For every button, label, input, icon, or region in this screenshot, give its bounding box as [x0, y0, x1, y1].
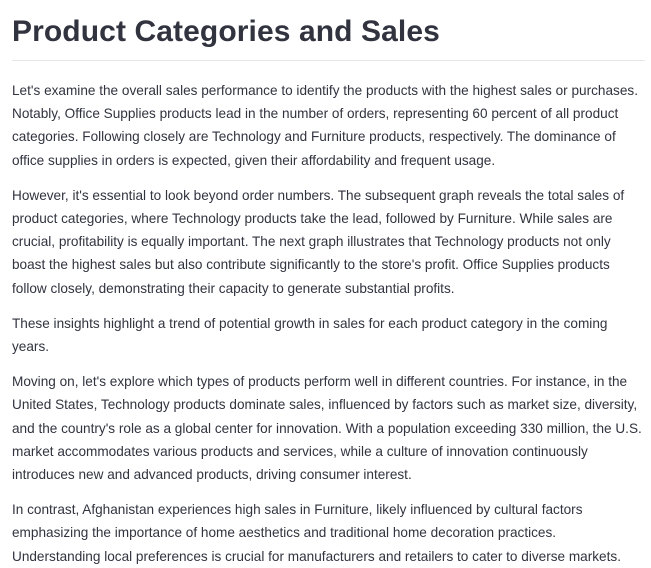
- paragraph-growth-trend: These insights highlight a trend of pote…: [12, 315, 608, 355]
- paragraph-country-performance: Moving on, let's explore which types of …: [12, 374, 642, 483]
- page-title: Product Categories and Sales: [12, 15, 440, 48]
- title-divider: [12, 60, 645, 61]
- paragraph-order-volume: Let's examine the overall sales performa…: [12, 83, 638, 168]
- document: Product Categories and Sales Let's exami…: [0, 0, 651, 568]
- paragraph-afghanistan: In contrast, Afghanistan experiences hig…: [12, 502, 621, 564]
- paragraph-sales-profit: However, it's essential to look beyond o…: [12, 187, 625, 296]
